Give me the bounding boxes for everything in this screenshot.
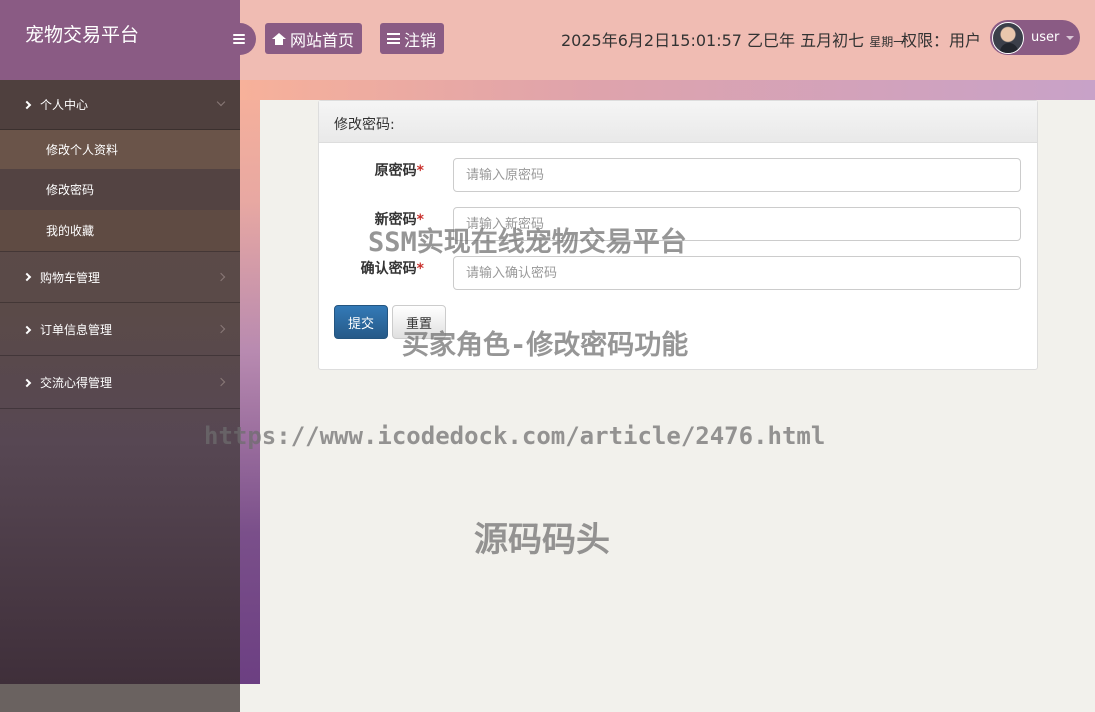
chevron-right-icon [22,378,32,387]
new-password-label: 新密码* [319,209,424,229]
chevron-right-icon [216,324,226,334]
menu-toggle-button[interactable] [222,23,256,55]
home-button[interactable]: 网站首页 [265,23,363,54]
chevron-right-icon [22,272,32,282]
user-menu[interactable]: user [990,20,1080,55]
logout-button[interactable]: 注销 [380,23,445,54]
reset-button[interactable]: 重置 [392,305,446,339]
new-password-label-text: 新密码 [374,212,417,228]
required-mark: * [416,261,424,277]
chevron-right-icon [22,100,32,109]
datetime-display: 2025年6月2日15:01:57 乙巳年 五月初七 星期一 [561,27,905,51]
change-password-card: 修改密码: 原密码* 新密码* 确认密码* 提交 重置 [318,100,1038,370]
sidebar-group-experience[interactable]: 交流心得管理 [0,357,240,409]
logout-button-label: 注销 [404,30,437,50]
confirm-password-label: 确认密码* [319,258,424,278]
sidebar-item-label: 修改个人资料 [46,143,119,157]
caret-down-icon [1066,35,1075,40]
confirm-password-label-text: 确认密码 [360,261,417,277]
home-button-label: 网站首页 [290,30,355,50]
required-mark: * [416,163,424,179]
chevron-right-icon [216,377,226,387]
sidebar-footer [0,684,240,712]
new-password-input[interactable] [453,207,1021,241]
accent-strip [240,80,260,684]
username-label: user [1031,30,1060,45]
avatar [992,21,1024,54]
old-password-label-text: 原密码 [374,163,417,179]
sidebar-item-label: 我的收藏 [46,224,95,238]
home-icon [272,32,286,45]
sidebar-item-my-favorites[interactable]: 我的收藏 [0,210,240,251]
list-icon [387,33,400,44]
required-mark: * [416,212,424,228]
sidebar-group-cart[interactable]: 购物车管理 [0,251,240,303]
sidebar-group-label: 交流心得管理 [40,376,113,390]
sidebar-group-label: 购物车管理 [40,270,101,285]
sidebar-item-edit-profile[interactable]: 修改个人资料 [0,130,240,169]
sidebar-group-label: 个人中心 [40,98,89,112]
watermark-url: https://www.icodedock.com/article/2476.h… [204,422,826,450]
card-title: 修改密码: [319,101,1037,143]
brand-title: 宠物交易平台 [0,0,240,80]
old-password-input[interactable] [453,158,1021,192]
chevron-down-icon [216,97,226,107]
chevron-right-icon [22,325,32,334]
sidebar-item-label: 修改密码 [46,183,95,197]
sidebar-group-orders[interactable]: 订单信息管理 [0,304,240,356]
watermark-brand: 源码码头 [474,520,610,560]
sidebar-group-personal-center[interactable]: 个人中心 [0,80,240,130]
top-bar: 宠物交易平台 网站首页 注销 2025年6月2日15:01:57 乙巳年 五月初… [0,0,1095,80]
confirm-password-input[interactable] [453,256,1021,290]
sidebar-group-label: 订单信息管理 [40,323,113,337]
submit-button[interactable]: 提交 [334,305,388,339]
bars-icon [233,34,245,44]
sidebar-item-change-password[interactable]: 修改密码 [0,169,240,210]
main-top-strip [240,80,1095,100]
weekday-text: 星期一 [869,35,906,49]
chevron-right-icon [216,272,226,282]
role-label: 权限：用户 [901,31,982,50]
old-password-label: 原密码* [319,160,424,180]
datetime-text: 2025年6月2日15:01:57 乙巳年 五月初七 [561,31,865,50]
